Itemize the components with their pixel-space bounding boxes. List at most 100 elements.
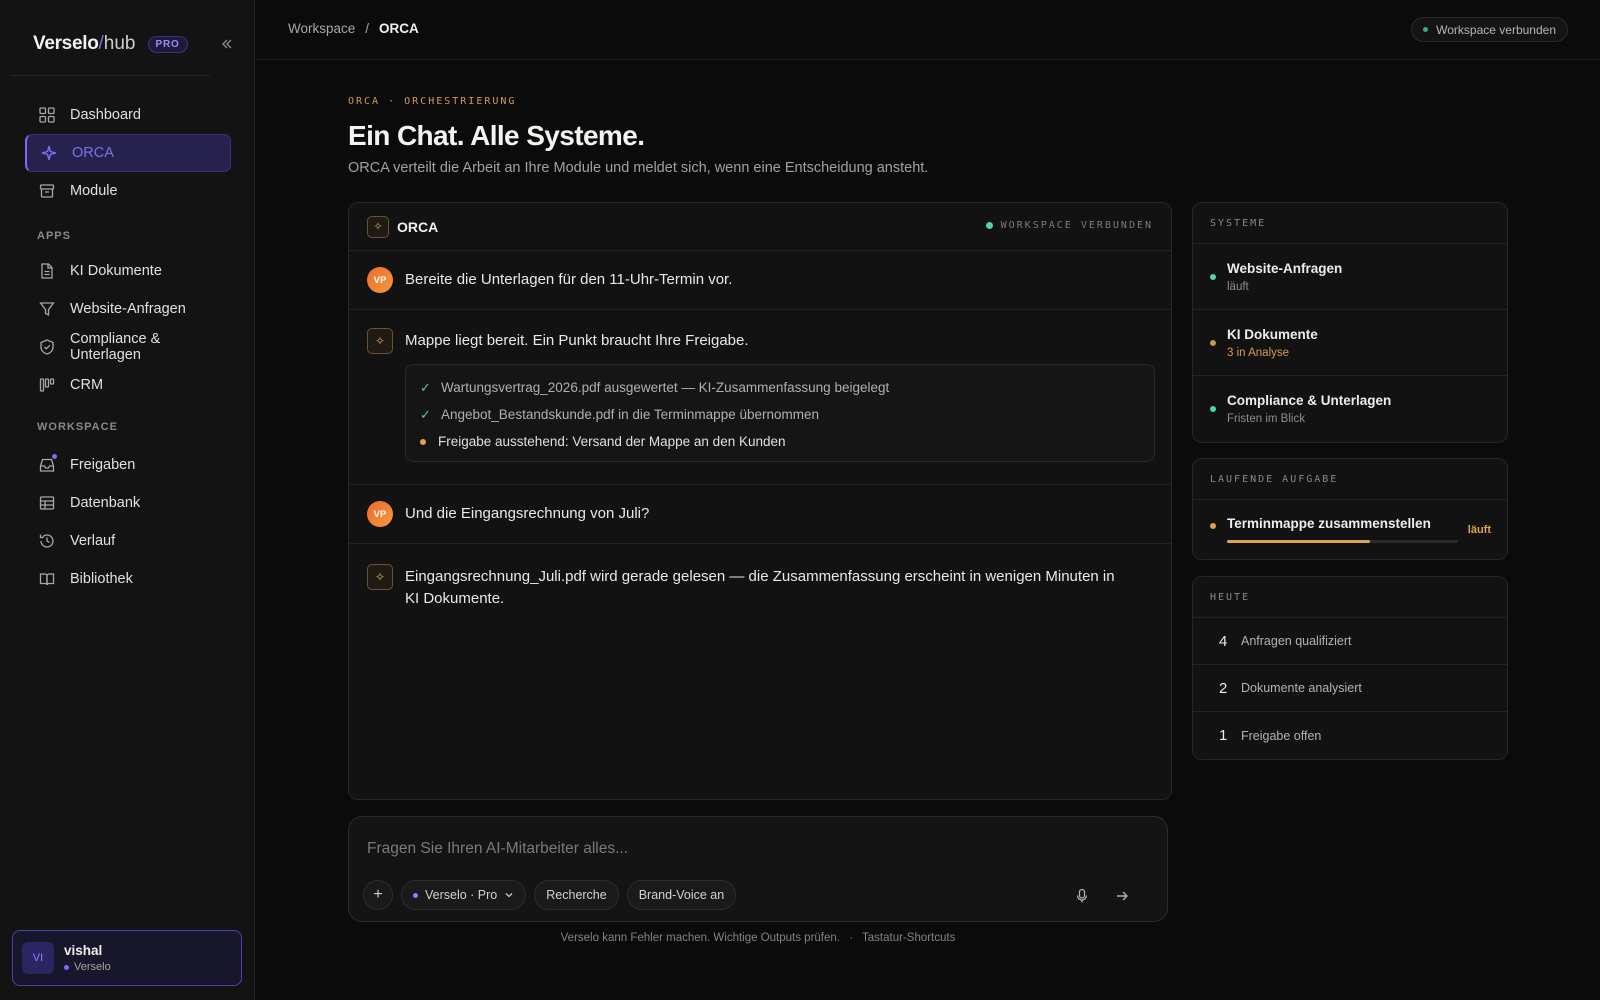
nav-label: Module [70,183,118,199]
today-stat-row: 2 Dokumente analysiert [1193,665,1507,712]
today-stat-row: 4 Anfragen qualifiziert [1193,618,1507,665]
model-dot-icon [413,892,418,898]
sidebar: Verselo/hub PRO Dashboard ORCA Module AP… [0,0,255,1000]
user-profile-card[interactable]: VI vishal Verselo [12,930,242,986]
brand-name: Verselo [33,33,99,54]
arrow-right-icon [1117,891,1128,901]
stat-label: Freigabe offen [1241,728,1322,743]
user-org-label: Verselo [74,961,111,973]
nav-item-bibliothek[interactable]: Bibliothek [25,560,231,598]
task-title: Terminmappe zusammenstellen [1227,516,1431,531]
nav-item-verlauf[interactable]: Verlauf [25,522,231,560]
checklist-item-pending[interactable]: Freigabe ausstehend: Versand der Mappe a… [420,428,1140,455]
brand-voice-toggle[interactable]: Brand-Voice an [626,880,737,910]
checklist-item-text: Angebot_Bestandskunde.pdf in die Terminm… [441,407,819,422]
orca-sparkle-icon: ✧ [367,564,393,590]
page-title: Ein Chat. Alle Systeme. [348,120,645,151]
stat-label: Anfragen qualifiziert [1241,634,1352,648]
status-dot-icon [1210,273,1216,280]
document-icon [41,263,53,279]
model-selector[interactable]: Verselo · Pro [401,880,527,910]
check-icon: ✓ [420,406,431,422]
brand-voice-toggle-label: Brand-Voice an [638,888,725,902]
collapse-sidebar-button[interactable] [218,35,236,53]
nav-item-datenbank[interactable]: Datenbank [25,484,231,522]
nav-item-website-anfragen[interactable]: Website-Anfragen [25,290,231,328]
nav-item-orca[interactable]: ORCA [25,134,231,172]
book-icon [39,573,55,586]
brand-logo[interactable]: Verselo/hub PRO [33,32,188,56]
message-text: Eingangsrechnung_Juli.pdf wird gerade ge… [405,568,1115,607]
systems-card: SYSTEME Website-Anfragen läuft KI Dokume… [1192,202,1508,443]
stat-label: Dokumente analysiert [1241,681,1362,695]
model-selector-label: Verselo · Pro [425,888,498,902]
message-text: Bereite die Unterlagen für den 11-Uhr-Te… [405,271,733,288]
breadcrumb-workspace[interactable]: Workspace [288,21,355,36]
history-icon [39,534,54,548]
checklist-item: ✓ Wartungsvertrag_2026.pdf ausgewertet —… [420,374,1140,401]
main-nav: Dashboard ORCA Module [25,96,231,210]
chat-status-label: WORKSPACE VERBUNDEN [1000,220,1153,231]
keyboard-shortcuts-link[interactable]: Tastatur-Shortcuts [862,932,955,944]
avatar: VI [22,942,54,974]
nav-item-dashboard[interactable]: Dashboard [25,96,231,134]
nav-item-crm[interactable]: CRM [25,366,231,404]
user-avatar: VP [367,501,393,527]
nav-item-ki-dokumente[interactable]: KI Dokumente [25,252,231,290]
message-text: Und die Eingangsrechnung von Juli? [405,505,650,522]
double-chevron-left-icon [222,39,232,49]
notification-dot [52,454,57,459]
orca-sparkle-icon: ✧ [367,328,393,354]
nav-item-freigaben[interactable]: Freigaben [25,446,231,484]
research-toggle[interactable]: Recherche [534,880,619,910]
composer-toolbar: + Verselo · Pro Recherche Brand-Voice an [363,880,737,910]
nav-item-compliance[interactable]: Compliance & Unterlagen [25,328,231,366]
nav-section-apps: APPS [37,230,71,242]
shield-icon [40,339,54,355]
chat-status: WORKSPACE VERBUNDEN [985,220,1153,231]
chat-message-user: VP Und die Eingangsrechnung von Juli? [349,485,1171,544]
checklist-item-text: Freigabe ausstehend: Versand der Mappe a… [438,434,786,449]
status-dot-icon [985,222,993,229]
chat-header: ✧ ORCA WORKSPACE VERBUNDEN [349,203,1171,251]
system-item-website-anfragen[interactable]: Website-Anfragen läuft [1193,244,1507,310]
task-progress-bar [1227,540,1458,543]
filter-icon [39,302,55,317]
breadcrumb-current: ORCA [379,21,419,36]
check-icon: ✓ [420,379,431,395]
stat-count: 2 [1219,679,1228,697]
sparkle-icon [41,145,57,161]
table-icon [39,496,55,510]
stack-icon [39,184,55,198]
add-attachment-button[interactable]: + [363,880,393,910]
chat-input[interactable] [367,837,1127,861]
brand-suffix: hub [103,33,136,54]
top-bar: Workspace / ORCA Workspace verbunden [256,0,1600,60]
nav-label: Datenbank [70,495,141,511]
kanban-icon [39,378,55,392]
checklist-item: ✓ Angebot_Bestandskunde.pdf in die Termi… [420,401,1140,428]
chat-message-orca: ✧ Eingangsrechnung_Juli.pdf wird gerade … [349,544,1171,610]
chat-message-orca: ✧ Mappe liegt bereit. Ein Punkt braucht … [349,310,1171,485]
task-state: läuft [1467,524,1491,536]
pending-dot-icon [420,438,426,445]
user-org: Verselo [64,961,111,973]
orca-sparkle-icon: ✧ [367,215,389,238]
stat-count: 4 [1219,632,1228,650]
connection-status-label: Workspace verbunden [1436,22,1556,37]
task-progress-fill [1227,540,1371,543]
today-stat-row: 1 Freigabe offen [1193,712,1507,759]
connection-status-badge: Workspace verbunden [1411,17,1568,42]
send-button[interactable] [1112,886,1132,906]
nav-label: Freigaben [70,457,136,473]
running-task-item[interactable]: Terminmappe zusammenstellen läuft [1193,500,1507,559]
nav-item-module[interactable]: Module [25,172,231,210]
system-item-compliance[interactable]: Compliance & Unterlagen Fristen im Blick [1193,376,1507,442]
composer-footer: Verselo kann Fehler machen. Wichtige Out… [348,932,1168,944]
grid-icon [39,107,55,123]
microphone-button[interactable] [1072,886,1092,906]
running-task-card: LAUFENDE AUFGABE Terminmappe zusammenste… [1192,458,1508,560]
system-item-ki-dokumente[interactable]: KI Dokumente 3 in Analyse [1193,310,1507,376]
nav-label: ORCA [72,145,114,161]
microphone-icon [1076,888,1088,903]
